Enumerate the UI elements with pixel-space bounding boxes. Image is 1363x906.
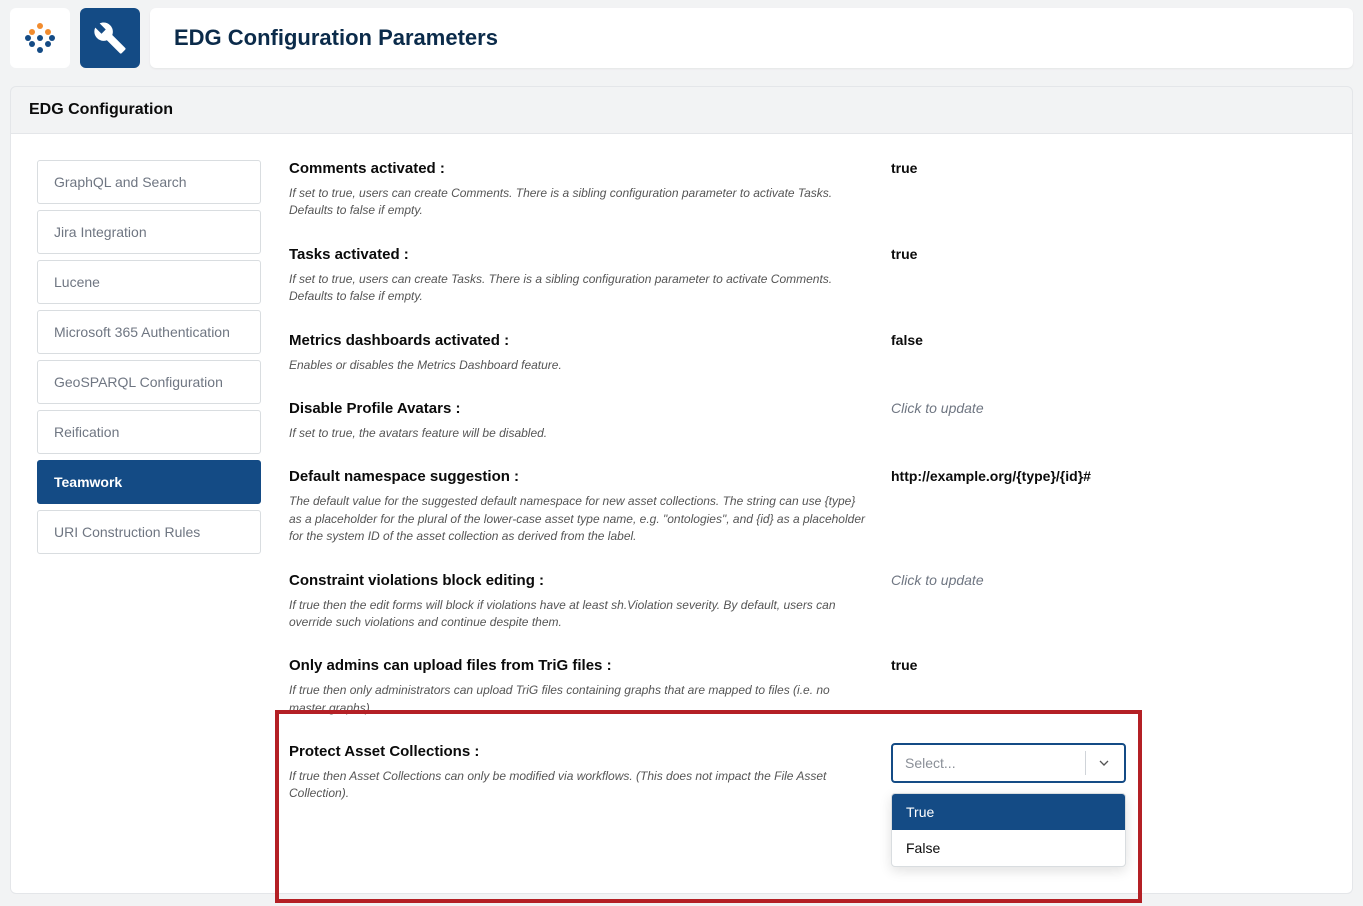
param-title: Only admins can upload files from TriG f… — [289, 657, 867, 674]
page-title-card: EDG Configuration Parameters — [150, 8, 1353, 68]
app-logo[interactable] — [10, 8, 70, 68]
main-content: GraphQL and Search Jira Integration Lucene… — [10, 134, 1353, 894]
sidebar: GraphQL and Search Jira Integration Lucene… — [37, 160, 261, 893]
param-label-block: Tasks activated : If set to true, users c… — [289, 246, 867, 306]
select-wrapper: Select... TrueFalse — [891, 743, 1126, 783]
params-content: Comments activated : If set to true, user… — [289, 160, 1326, 893]
top-bar: EDG Configuration Parameters — [0, 0, 1363, 76]
param-title: Comments activated : — [289, 160, 867, 177]
param-value[interactable]: true — [891, 246, 1126, 306]
dropdown-option-true[interactable]: True — [892, 794, 1125, 830]
config-button[interactable] — [80, 8, 140, 68]
param-label-block: Only admins can upload files from TriG f… — [289, 657, 867, 717]
param-label-block: Default namespace suggestion : The defaul… — [289, 468, 867, 545]
param-value[interactable]: false — [891, 332, 1126, 374]
param-label-block: Comments activated : If set to true, user… — [289, 160, 867, 220]
param-title: Default namespace suggestion : — [289, 468, 867, 485]
param-label-block: Disable Profile Avatars : If set to true,… — [289, 400, 867, 442]
param-description: Enables or disables the Metrics Dashboar… — [289, 357, 867, 374]
page-title: EDG Configuration Parameters — [174, 25, 498, 51]
param-row: Only admins can upload files from TriG f… — [289, 657, 1316, 717]
param-row: Default namespace suggestion : The defaul… — [289, 468, 1316, 545]
param-description: If set to true, users can create Tasks. … — [289, 271, 867, 306]
wrench-icon — [93, 21, 127, 55]
param-description: The default value for the suggested defa… — [289, 493, 867, 545]
param-row: Disable Profile Avatars : If set to true,… — [289, 400, 1316, 442]
sidebar-item-reification[interactable]: Reification — [37, 410, 261, 454]
param-row: Constraint violations block editing : If … — [289, 572, 1316, 632]
param-label-block: Constraint violations block editing : If … — [289, 572, 867, 632]
param-title: Tasks activated : — [289, 246, 867, 263]
param-protect-asset-collections: Protect Asset Collections : If true then… — [289, 743, 1316, 893]
param-title: Constraint violations block editing : — [289, 572, 867, 589]
sidebar-item-jira-integration[interactable]: Jira Integration — [37, 210, 261, 254]
param-description: If set to true, the avatars feature will… — [289, 425, 867, 442]
param-row: Comments activated : If set to true, user… — [289, 160, 1316, 220]
sidebar-item-teamwork[interactable]: Teamwork — [37, 460, 261, 504]
sidebar-item-microsoft-365-authentication[interactable]: Microsoft 365 Authentication — [37, 310, 261, 354]
sidebar-item-lucene[interactable]: Lucene — [37, 260, 261, 304]
param-description: If true then the edit forms will block i… — [289, 597, 867, 632]
select-dropdown: TrueFalse — [891, 793, 1126, 867]
param-title: Metrics dashboards activated : — [289, 332, 867, 349]
param-value[interactable]: true — [891, 657, 1126, 717]
param-value-cell: Select... TrueFalse — [891, 743, 1126, 803]
logo-icon — [22, 20, 58, 56]
param-title: Protect Asset Collections : — [289, 743, 867, 760]
param-label-block: Protect Asset Collections : If true then… — [289, 743, 867, 803]
param-description: If true then only administrators can upl… — [289, 682, 867, 717]
sidebar-item-uri-construction-rules[interactable]: URI Construction Rules — [37, 510, 261, 554]
select-placeholder: Select... — [905, 755, 956, 771]
param-label-block: Metrics dashboards activated : Enables or… — [289, 332, 867, 374]
param-title: Disable Profile Avatars : — [289, 400, 867, 417]
param-description: If true then Asset Collections can only … — [289, 768, 867, 803]
param-value[interactable]: Click to update — [891, 400, 1126, 442]
chevron-down-icon — [1085, 751, 1112, 775]
param-row: Metrics dashboards activated : Enables or… — [289, 332, 1316, 374]
param-row: Tasks activated : If set to true, users c… — [289, 246, 1316, 306]
param-value[interactable]: http://example.org/{type}/{id}# — [891, 468, 1126, 545]
param-value[interactable]: true — [891, 160, 1126, 220]
sidebar-item-geosparql-configuration[interactable]: GeoSPARQL Configuration — [37, 360, 261, 404]
param-description: If set to true, users can create Comment… — [289, 185, 867, 220]
section-header: EDG Configuration — [10, 86, 1353, 134]
dropdown-option-false[interactable]: False — [892, 830, 1125, 866]
protect-select[interactable]: Select... — [891, 743, 1126, 783]
sidebar-item-graphql-and-search[interactable]: GraphQL and Search — [37, 160, 261, 204]
param-value[interactable]: Click to update — [891, 572, 1126, 632]
